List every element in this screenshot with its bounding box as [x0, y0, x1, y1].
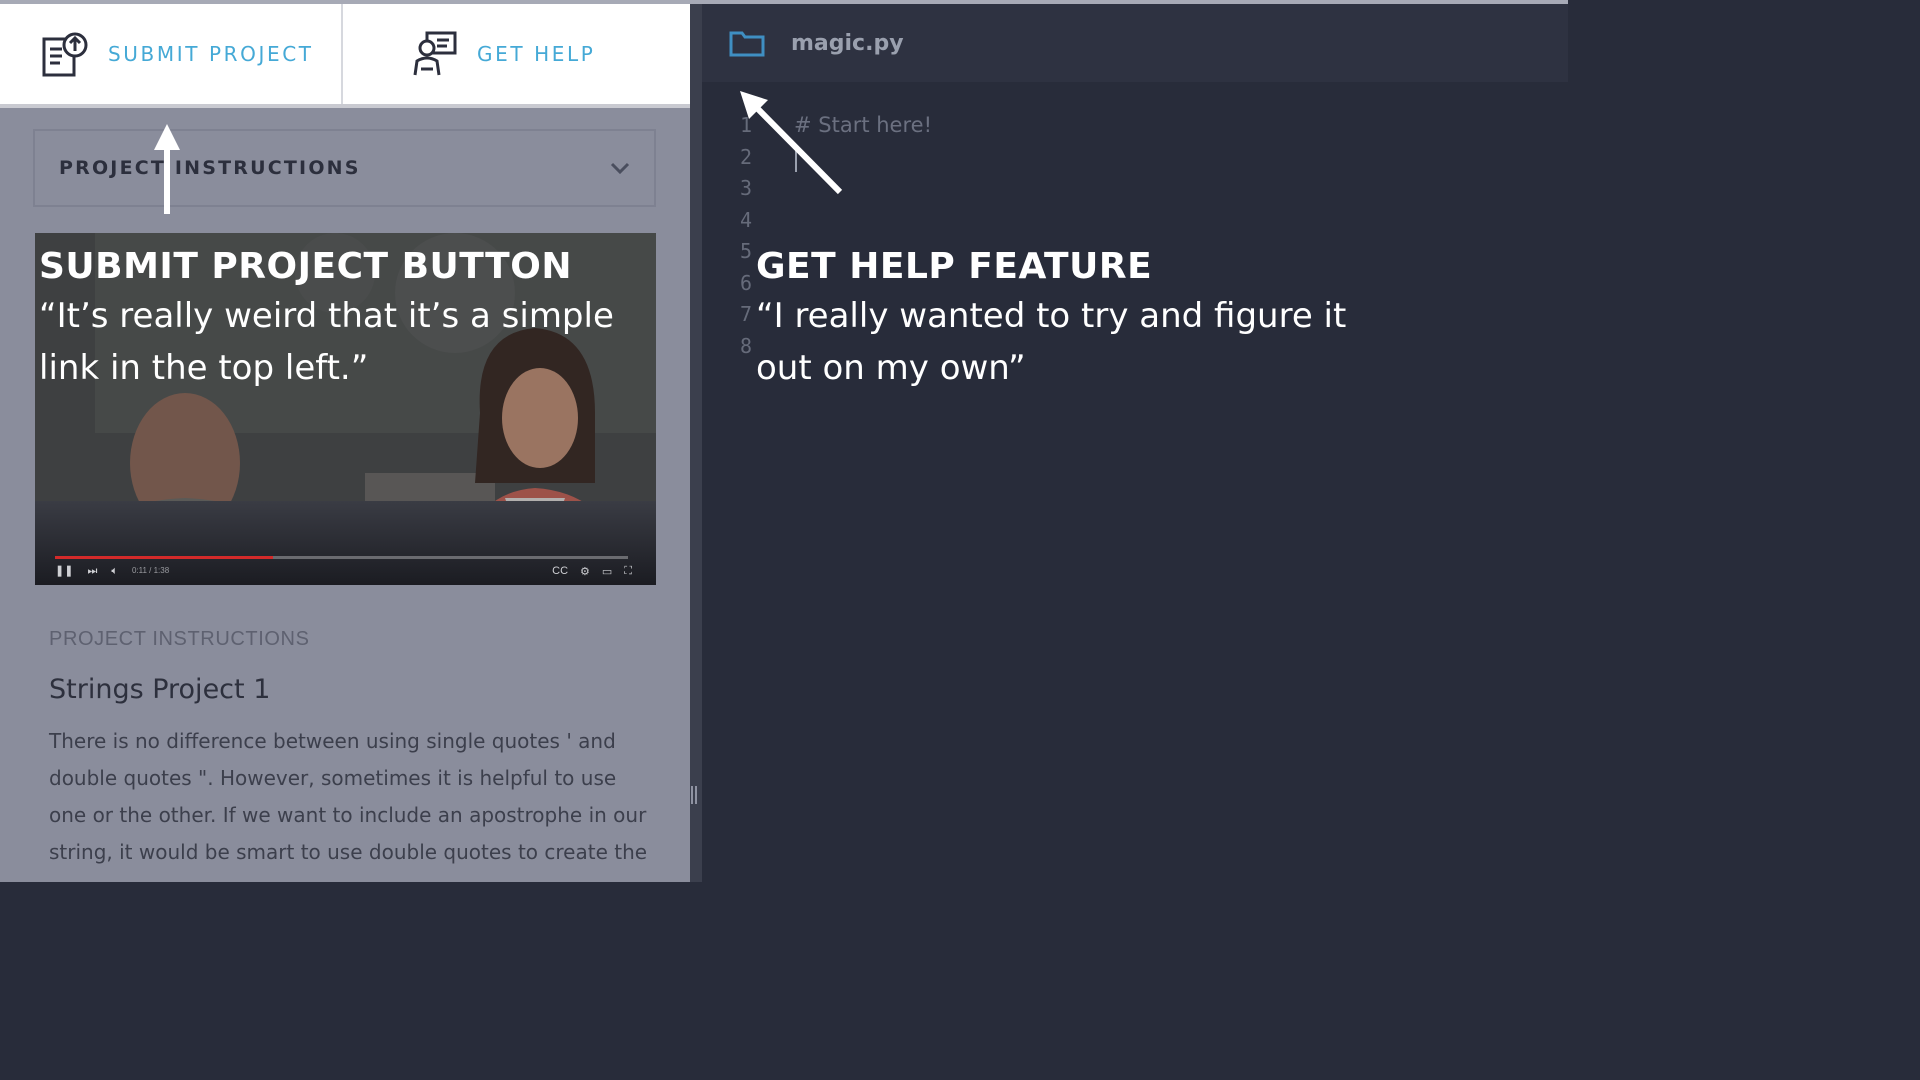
captions-icon[interactable]: CC [552, 565, 568, 577]
help-annotation-quote: “I really wanted to try and figure it ou… [756, 296, 1347, 388]
code-area[interactable]: # Start here! [794, 110, 932, 142]
toolbar-divider [0, 104, 690, 108]
line-number: 7 [739, 302, 752, 326]
get-help-button[interactable]: GET HELP [343, 4, 688, 104]
get-help-label: GET HELP [477, 42, 596, 66]
submit-annotation-quote: “It’s really weird that it’s a simple li… [39, 296, 614, 388]
line-number: 4 [739, 207, 752, 232]
accordion-label: PROJECT INSTRUCTIONS [59, 157, 361, 179]
editor-header: magic.py [702, 4, 1568, 82]
line-number: 5 [739, 239, 752, 263]
help-chat-icon [413, 31, 457, 76]
progress-bar[interactable] [55, 556, 628, 559]
instructions-heading: PROJECT INSTRUCTIONS [49, 628, 310, 650]
theater-icon[interactable]: ▭ [602, 565, 612, 578]
line-number: 3 [739, 176, 752, 200]
submit-project-label: SUBMIT PROJECT [108, 42, 314, 66]
progress-fill [55, 556, 273, 559]
video-time: 0:11 / 1:38 [131, 566, 170, 575]
volume-icon[interactable]: 🔈︎ [111, 564, 118, 578]
file-name: magic.py [791, 30, 904, 56]
settings-icon[interactable]: ⚙ [580, 565, 590, 578]
line-number: 6 [739, 270, 752, 295]
code-editor: magic.py 1 2 3 4 5 6 7 8 # Start here! [702, 4, 1568, 882]
line-number: 8 [739, 333, 752, 358]
help-annotation-title: GET HELP FEATURE [756, 246, 1153, 287]
next-icon[interactable]: ⏭ [87, 564, 97, 578]
toolbar: SUBMIT PROJECT GET HELP [0, 4, 690, 104]
chevron-down-icon [610, 162, 630, 174]
pause-icon[interactable]: ❚❚ [55, 564, 73, 578]
resize-handle[interactable] [690, 786, 698, 806]
project-body-text: There is no difference between using sin… [49, 729, 648, 864]
submit-project-button[interactable]: SUBMIT PROJECT [0, 4, 343, 104]
upload-document-icon [42, 32, 88, 77]
project-instructions-accordion[interactable]: PROJECT INSTRUCTIONS [33, 129, 656, 207]
line-number: 2 [739, 144, 752, 169]
fullscreen-icon[interactable]: ⛶ [624, 565, 632, 578]
line-number-gutter: 1 2 3 4 5 6 7 8 [732, 110, 752, 362]
submit-annotation-title: SUBMIT PROJECT BUTTON [39, 246, 572, 287]
panel-divider [690, 4, 702, 882]
text-cursor [795, 150, 797, 172]
line-number: 1 [739, 113, 752, 137]
left-panel: SUBMIT PROJECT GET HELP PROJECT INSTRUCT… [0, 4, 690, 882]
code-line: # Start here! [794, 113, 932, 137]
folder-icon[interactable] [729, 29, 765, 57]
project-title: Strings Project 1 [49, 674, 271, 705]
video-controls: ❚❚ ⏭ 🔈︎ 0:11 / 1:38 CC ⚙ ▭ ⛶ [35, 501, 656, 585]
